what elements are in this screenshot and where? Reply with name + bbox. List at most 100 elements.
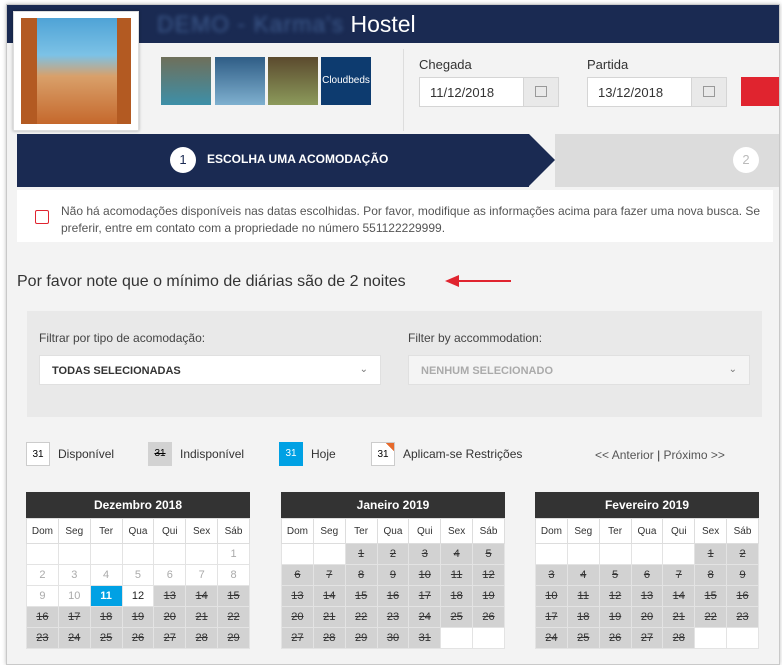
calendar-day: 26 [121, 627, 155, 649]
accommodation-select[interactable]: NENHUM SELECIONADO ⌄ [408, 355, 750, 385]
calendar-day: 23 [26, 627, 59, 649]
calendar-month: Janeiro 2019 Dom Seg Ter Qua Qui Sex Sáb 1 2 3 4 5 6 7… [281, 492, 505, 649]
room-type-filter-label: Filtrar por tipo de acomodação: [39, 331, 206, 345]
calendar-day-empty [89, 543, 123, 565]
calendar-week: 6 7 8 9 10 11 12 [281, 564, 505, 586]
departure-date-field[interactable]: 13/12/2018 [587, 77, 727, 107]
arrival-calendar-button[interactable] [523, 78, 558, 106]
calendar-week: 20 21 22 23 24 25 26 [281, 606, 505, 628]
calendar-grid: Dom Seg Ter Qua Qui Sex Sáb 1 2 3 4 5 6 7 8 9 10 11 12 13 14… [26, 518, 250, 649]
calendar-day-empty [598, 543, 632, 565]
calendar-day: 19 [121, 606, 155, 628]
departure-calendar-button[interactable] [691, 78, 726, 106]
calendar-day: 25 [440, 606, 474, 628]
calendar-week: 27 28 29 30 31 [281, 627, 505, 649]
calendar-day: 28 [312, 627, 346, 649]
calendar-day: 23 [376, 606, 410, 628]
calendar-week: 12 [535, 543, 759, 565]
calendar-day[interactable]: 12 [121, 585, 155, 607]
room-type-select[interactable]: TODAS SELECIONADAS ⌄ [39, 355, 381, 385]
calendar-day: 21 [662, 606, 696, 628]
calendar-week: 13 14 15 16 17 18 19 [281, 585, 505, 607]
calendar-day: 1 [344, 543, 378, 565]
gallery-thumb[interactable] [161, 57, 211, 105]
calendar-day: 7 [312, 564, 346, 586]
calendar-day: 27 [630, 627, 664, 649]
calendar-day: 30 [376, 627, 410, 649]
legend-unavailable-swatch: 31 [148, 442, 172, 466]
calendar-day: 13 [281, 585, 314, 607]
step-1-label: ESCOLHA UMA ACOMODAÇÃO [207, 152, 389, 166]
calendar-day: 20 [281, 606, 314, 628]
calendar-day: 16 [726, 585, 759, 607]
calendar-day: 15 [694, 585, 728, 607]
weekday-header: Ter [89, 518, 123, 544]
calendar-day: 1 [694, 543, 728, 565]
calendar-week: 23 24 25 26 27 28 29 [26, 627, 250, 649]
chevron-down-icon: ⌄ [728, 364, 737, 375]
calendar-day: 31 [408, 627, 442, 649]
calendar-day-empty [472, 627, 505, 649]
search-button[interactable] [741, 77, 779, 106]
calendar-day: 20 [153, 606, 187, 628]
legend-available-swatch: 31 [26, 442, 50, 466]
calendar-day: 7 [185, 564, 219, 586]
calendar-day: 2 [726, 543, 759, 565]
calendar-day: 4 [440, 543, 474, 565]
calendar-day: 10 [408, 564, 442, 586]
calendar-day-empty [566, 543, 600, 565]
calendar-week: 2345678 [26, 564, 250, 586]
weekday-header: Sáb [217, 518, 250, 544]
calendar-day: 18 [89, 606, 123, 628]
calendar-day-today[interactable]: 11 [89, 585, 123, 607]
calendar-day: 2 [376, 543, 410, 565]
next-month-link[interactable]: Próximo >> [664, 448, 725, 462]
weekday-header: Qui [662, 518, 696, 544]
month-title: Dezembro 2018 [26, 492, 250, 518]
calendar-day: 16 [26, 606, 59, 628]
calendar-day: 24 [57, 627, 91, 649]
calendar-day: 17 [408, 585, 442, 607]
weekday-header: Sáb [472, 518, 505, 544]
calendar-day: 8 [694, 564, 728, 586]
property-name-blurred: DEMO - Karma's [157, 11, 345, 37]
gallery-thumb[interactable] [215, 57, 265, 105]
room-type-value: TODAS SELECIONADAS [52, 365, 181, 377]
calendar-day: 4 [89, 564, 123, 586]
weekday-header: Sex [440, 518, 474, 544]
calendar-day: 19 [598, 606, 632, 628]
step-1-number: 1 [170, 147, 196, 173]
calendar-day-empty [694, 627, 728, 649]
calendar-day: 27 [281, 627, 314, 649]
legend-unavailable-label: Indisponível [180, 447, 245, 461]
calendar-day-empty [281, 543, 314, 565]
calendar-day: 9 [726, 564, 759, 586]
weekday-header: Ter [344, 518, 378, 544]
calendar-day: 25 [566, 627, 600, 649]
gallery-thumb-cloudbeds[interactable]: Cloudbeds [321, 57, 371, 105]
calendar-x-icon [35, 210, 49, 224]
arrival-date-field[interactable]: 11/12/2018 [419, 77, 559, 107]
calendar-day: 3 [535, 564, 568, 586]
weekday-header: Dom [535, 518, 568, 544]
chevron-down-icon: ⌄ [359, 364, 368, 375]
calendar-day: 5 [598, 564, 632, 586]
weekday-header: Sex [185, 518, 219, 544]
calendar-week: 16 17 18 19 20 21 22 [26, 606, 250, 628]
calendar-day: 21 [312, 606, 346, 628]
booking-window: DEMO - Karma's Hostel Cloudbeds Chegada … [6, 4, 780, 665]
calendar-day: 17 [535, 606, 568, 628]
legend-restrictions-label: Aplicam-se Restrições [403, 447, 523, 461]
month-title: Janeiro 2019 [281, 492, 505, 518]
calendar-day: 29 [344, 627, 378, 649]
previous-month-link[interactable]: << Anterior [595, 448, 654, 462]
gallery-thumb[interactable] [268, 57, 318, 105]
weekday-header: Sáb [726, 518, 759, 544]
calendar-day-empty [57, 543, 91, 565]
calendar-day: 22 [217, 606, 250, 628]
legend-today-swatch: 31 [279, 442, 303, 466]
weekday-header: Sex [694, 518, 728, 544]
departure-label: Partida [587, 57, 629, 72]
calendar-day-empty [662, 543, 696, 565]
property-title: DEMO - Karma's Hostel [157, 11, 416, 38]
